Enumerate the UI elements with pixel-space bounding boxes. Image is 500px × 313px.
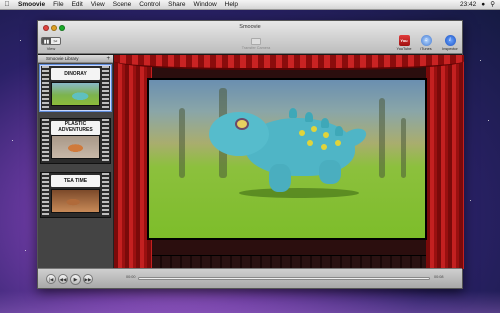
clip-thumbnail <box>51 135 100 159</box>
camera-icon <box>251 38 261 45</box>
clip-title-line: ADVENTURES <box>58 126 93 133</box>
film-strip-icon <box>42 119 49 163</box>
library-clip-tea-time[interactable]: TEA TIME <box>40 172 111 218</box>
menu-control[interactable]: Control <box>135 0 164 10</box>
dino-spot <box>323 132 329 138</box>
menu-scene[interactable]: Scene <box>109 0 135 10</box>
left-curtain <box>114 55 152 269</box>
playback-controls: |◀ ◀◀ ▶ ▶▶ 00:00 00:08 <box>38 268 462 288</box>
library-clip-dinoray[interactable]: DINORAY <box>40 65 111 111</box>
clip-title: DINORAY <box>51 68 100 80</box>
right-curtain <box>426 55 464 269</box>
movie-screen[interactable] <box>149 80 425 238</box>
clip-title: PLASTIC ADVENTURES <box>51 121 100 135</box>
smoovie-library-sidebar: Smoovie Library + DINORAY PLASTIC ADVENT… <box>38 55 114 269</box>
film-strip-icon <box>102 66 109 110</box>
menu-window[interactable]: Window <box>190 0 221 10</box>
menu-smoovie[interactable]: Smoovie <box>14 0 49 10</box>
window-title: Smoovie <box>239 24 261 30</box>
dino-spike <box>289 108 297 118</box>
play-button[interactable]: ▶ <box>70 273 81 285</box>
dino-leg <box>269 164 291 192</box>
tree <box>179 108 185 178</box>
dino-spot <box>299 130 305 136</box>
theater-stage <box>114 55 464 269</box>
dino-spot <box>321 144 327 150</box>
add-clip-icon[interactable]: + <box>106 55 110 63</box>
dino-spot <box>307 140 313 146</box>
transfer-camera-button[interactable]: Transfer Camera <box>241 38 271 50</box>
title-bar: Smoovie ▮▮ ✂ View Transfer Camera You Yo… <box>38 21 462 54</box>
dino-spot <box>311 126 317 132</box>
clock[interactable]: 23:42 <box>460 0 476 10</box>
view-segmented-control: ▮▮ ✂ <box>41 37 61 45</box>
menu-bar:  Smoovie File Edit View Scene Control S… <box>0 0 500 10</box>
itunes-label: iTunes <box>420 47 432 51</box>
rewind-button[interactable]: ◀◀ <box>58 274 68 284</box>
dino-spike <box>305 112 313 122</box>
dino-spot <box>335 140 341 146</box>
dino-spike <box>335 126 343 136</box>
dino-leg <box>319 160 341 184</box>
clip-thumbnail <box>51 189 100 213</box>
timeline-scrubber[interactable] <box>138 277 430 280</box>
menu-view[interactable]: View <box>87 0 109 10</box>
fast-forward-button[interactable]: ▶▶ <box>83 274 93 284</box>
itunes-button[interactable]: ♫ iTunes <box>416 35 436 51</box>
theater-seats <box>152 255 426 269</box>
inspector-label: Inspector <box>442 47 458 51</box>
go-to-start-button[interactable]: |◀ <box>46 274 56 284</box>
curtain-valance <box>114 55 464 70</box>
film-strip-icon <box>42 66 49 110</box>
dino-spike <box>321 118 329 128</box>
film-strip-icon <box>102 173 109 217</box>
apple-menu-icon[interactable]:  <box>0 0 14 10</box>
film-strip-icon <box>102 119 109 163</box>
view-label: View <box>46 46 56 51</box>
menu-help[interactable]: Help <box>221 0 242 10</box>
dino-shadow <box>239 188 359 198</box>
youtube-icon: You <box>398 35 410 46</box>
menu-edit[interactable]: Edit <box>68 0 87 10</box>
tree <box>379 98 385 178</box>
clip-thumbnail <box>51 82 100 106</box>
storyboard-view-icon[interactable]: ▮▮ <box>42 38 51 44</box>
inspector-button[interactable]: i Inspector <box>440 35 460 51</box>
user-icon[interactable]: ● <box>481 0 485 10</box>
clip-title: TEA TIME <box>51 175 100 187</box>
tree <box>401 118 406 178</box>
menu-share[interactable]: Share <box>164 0 189 10</box>
film-strip-icon <box>42 173 49 217</box>
edit-view-icon[interactable]: ✂ <box>51 38 60 44</box>
youtube-label: YouTube <box>396 47 412 51</box>
total-time: 00:08 <box>434 275 444 279</box>
library-header: Smoovie Library + <box>38 55 113 63</box>
wallpaper-glow <box>0 291 500 313</box>
dino-eye <box>235 118 249 130</box>
smoovie-window: Smoovie ▮▮ ✂ View Transfer Camera You Yo… <box>37 20 464 289</box>
spotlight-search-icon[interactable]: ⚲ <box>490 0 495 10</box>
view-control: ▮▮ ✂ View <box>41 37 61 51</box>
library-clip-plastic-adventures[interactable]: PLASTIC ADVENTURES <box>40 118 111 164</box>
elapsed-time: 00:00 <box>126 275 136 279</box>
itunes-icon: ♫ <box>420 35 432 46</box>
clay-dinosaur-frame <box>149 80 425 238</box>
youtube-button[interactable]: You YouTube <box>394 35 414 51</box>
menu-file[interactable]: File <box>49 0 67 10</box>
transfer-camera-label: Transfer Camera <box>241 46 271 50</box>
library-title: Smoovie Library <box>46 56 79 61</box>
info-icon: i <box>444 35 456 46</box>
